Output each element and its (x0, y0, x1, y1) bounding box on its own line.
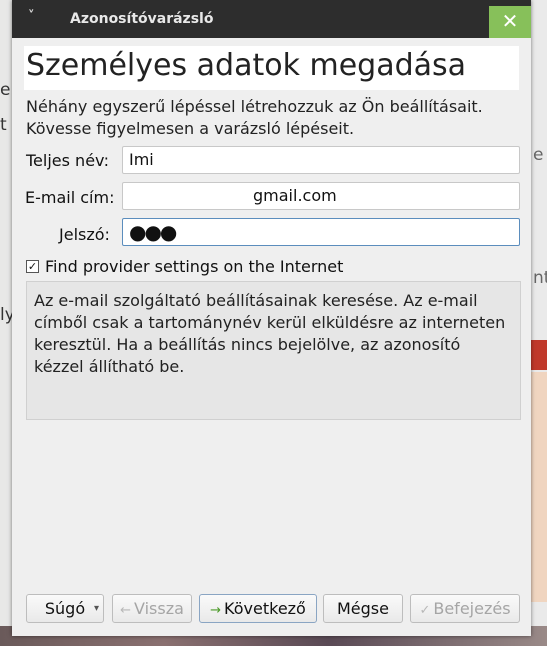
window-menu-icon[interactable]: ˅ (28, 9, 35, 24)
cancel-button-label: Mégse (337, 599, 389, 618)
password-label: Jelszó: (59, 225, 110, 244)
find-provider-label[interactable]: Find provider settings on the Internet (45, 257, 343, 276)
background-app-left: e t ly (0, 0, 15, 646)
email-field[interactable]: gmail.com (122, 182, 520, 210)
background-text-fragment: e (533, 145, 544, 165)
full-name-field[interactable]: Imi (122, 146, 520, 174)
cancel-button[interactable]: Mégse (323, 594, 403, 623)
close-icon[interactable]: ✕ (489, 6, 531, 38)
finish-button[interactable]: ✓ Befejezés (410, 594, 520, 623)
next-button[interactable]: → Következő (199, 594, 317, 623)
background-app-right: e nt (531, 0, 547, 646)
help-button[interactable]: Súgó ▾ (26, 594, 104, 623)
window-title: Azonosítóvarázsló (70, 11, 214, 27)
find-provider-checkbox[interactable]: ✓ (26, 259, 39, 273)
email-label: E-mail cím: (25, 188, 115, 207)
background-orange-block (531, 372, 547, 602)
info-text: Az e-mail szolgáltató beállításainak ker… (34, 291, 506, 376)
background-text-fragment: nt (533, 268, 547, 288)
intro-text: Néhány egyszerű lépéssel létrehozzuk az … (26, 96, 526, 140)
info-panel: Az e-mail szolgáltató beállításainak ker… (26, 281, 521, 420)
back-button-label: Vissza (133, 599, 184, 618)
password-field[interactable]: ●●● (122, 218, 520, 246)
help-button-label: Súgó (44, 599, 86, 618)
find-provider-row[interactable]: ✓ Find provider settings on the Internet (26, 257, 343, 276)
full-name-label: Teljes név: (26, 151, 110, 170)
background-red-block (531, 340, 547, 370)
checkmark-icon: ✓ (419, 603, 431, 618)
next-button-label: Következő (224, 599, 306, 618)
background-text-fragment: e (0, 80, 11, 100)
intro-line: Néhány egyszerű lépéssel létrehozzuk az … (26, 97, 483, 116)
heading-panel: Személyes adatok megadása (24, 46, 519, 90)
chevron-down-icon[interactable]: ▾ (94, 595, 99, 622)
arrow-right-icon: → (210, 603, 222, 618)
arrow-left-icon: ← (120, 603, 131, 618)
finish-button-label: Befejezés (433, 599, 511, 618)
title-bar[interactable]: ˅ Azonosítóvarázsló ✕ (12, 0, 531, 38)
intro-line: Kövesse figyelmesen a varázsló lépéseit. (26, 119, 355, 138)
page-title: Személyes adatok megadása (26, 48, 467, 83)
background-text-fragment: t (0, 115, 7, 135)
account-wizard-dialog: ˅ Azonosítóvarázsló ✕ Személyes adatok m… (12, 0, 531, 636)
back-button[interactable]: ← Vissza (112, 594, 192, 623)
